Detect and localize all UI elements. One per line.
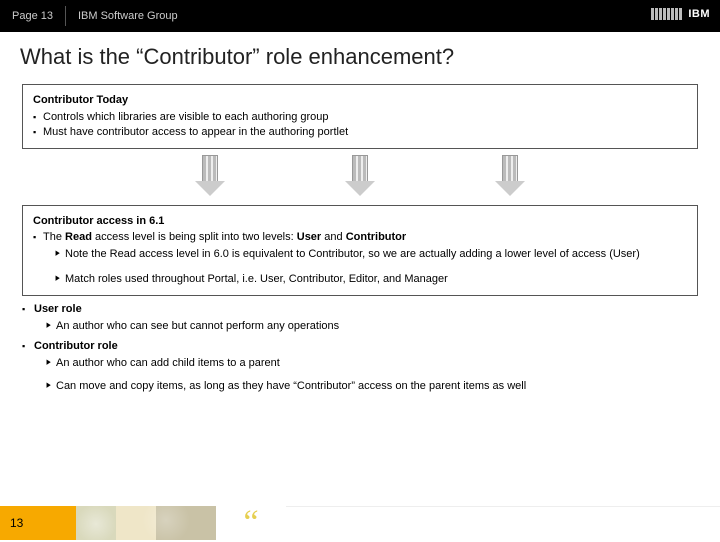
ibm-logo: IBM <box>651 8 710 20</box>
contributor-role-sub-1: An author who can add child items to a p… <box>22 356 698 371</box>
user-role-sub-1: An author who can see but cannot perform… <box>22 319 698 334</box>
footer-quote-icon: “ <box>216 506 286 540</box>
box2-sub-2: Match roles used throughout Portal, i.e.… <box>33 272 687 287</box>
box-contributor-today: Contributor Today Controls which librari… <box>22 84 698 149</box>
contributor-role-title: Contributor role <box>22 339 698 354</box>
header-bar: Page 13 IBM Software Group IBM <box>0 0 720 32</box>
roles-section: User role An author who can see but cann… <box>22 302 698 395</box>
footer-spacer <box>286 506 720 540</box>
footer-bar: 13 “ <box>0 506 720 540</box>
arrow-down-icon <box>195 155 225 199</box>
box1-bullet-2: Must have contributor access to appear i… <box>33 125 687 140</box>
box-contributor-61: Contributor access in 6.1 The Read acces… <box>22 205 698 296</box>
user-role-title: User role <box>22 302 698 317</box>
arrows-row <box>0 155 720 199</box>
header-group: IBM Software Group <box>66 10 190 22</box>
box2-bullet-1: The Read access level is being split int… <box>33 230 687 245</box>
box2-subtitle: Contributor access in 6.1 <box>33 214 687 229</box>
arrow-down-icon <box>345 155 375 199</box>
box2-sub-1: Note the Read access level in 6.0 is equ… <box>33 247 687 262</box>
page-number-top: Page 13 <box>0 10 65 22</box>
box1-subtitle: Contributor Today <box>33 93 687 108</box>
footer-image-band <box>56 506 216 540</box>
ibm-logo-text: IBM <box>688 8 710 20</box>
box1-bullet-1: Controls which libraries are visible to … <box>33 110 687 125</box>
slide-title: What is the “Contributor” role enhanceme… <box>0 32 720 78</box>
footer-page-number: 13 <box>0 506 56 540</box>
arrow-down-icon <box>495 155 525 199</box>
contributor-role-sub-2: Can move and copy items, as long as they… <box>22 379 698 394</box>
